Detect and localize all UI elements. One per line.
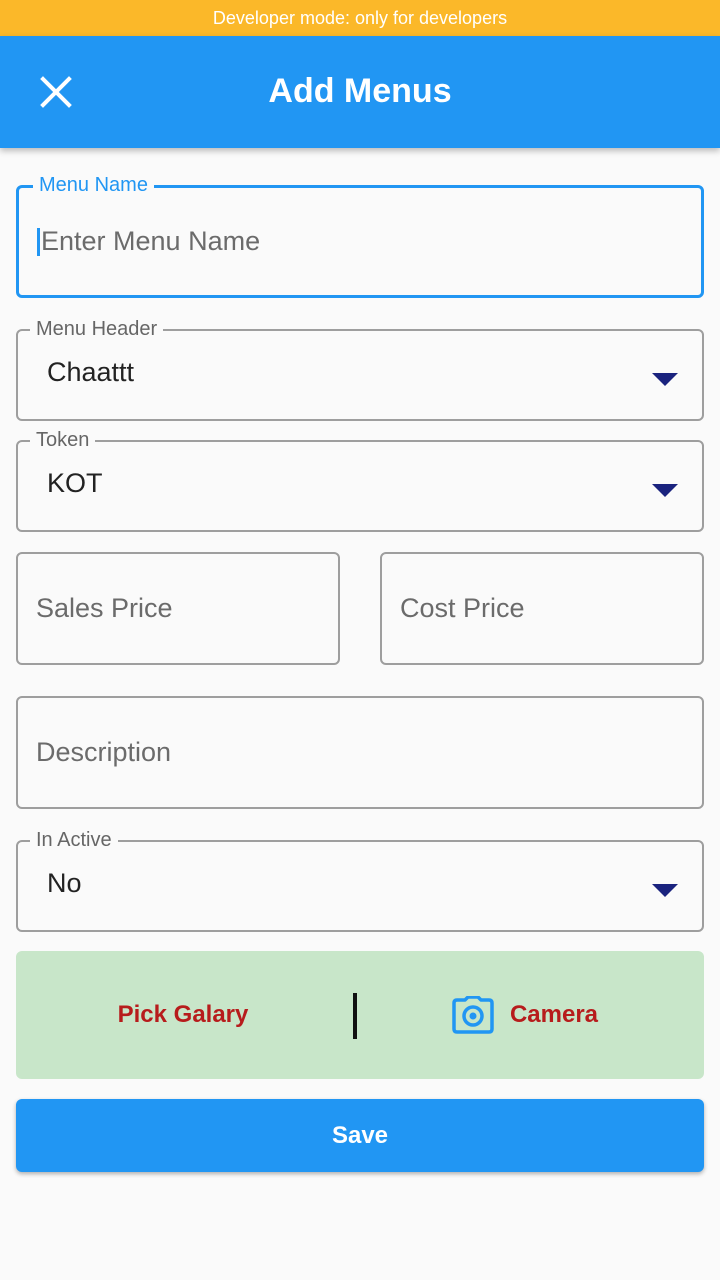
close-icon — [40, 76, 72, 108]
sales-price-field[interactable]: Sales Price — [16, 552, 340, 665]
dropdown-arrow-icon — [652, 884, 678, 897]
menu-name-placeholder: Enter Menu Name — [41, 226, 261, 256]
menu-header-label: Menu Header — [30, 317, 164, 341]
pick-gallery-button[interactable]: Pick Galary — [16, 951, 350, 1079]
description-placeholder: Description — [36, 737, 172, 767]
cost-price-placeholder: Cost Price — [400, 593, 525, 623]
cost-price-field[interactable]: Cost Price — [380, 552, 704, 665]
text-cursor — [37, 227, 40, 256]
camera-button[interactable]: Camera — [360, 951, 690, 1079]
token-dropdown[interactable]: Token KOT — [16, 428, 704, 532]
sales-price-placeholder: Sales Price — [36, 593, 173, 623]
close-button[interactable] — [28, 64, 84, 120]
image-picker: Pick Galary Camera — [16, 951, 704, 1079]
menu-header-dropdown[interactable]: Menu Header Chaattt — [16, 317, 704, 421]
in-active-value: No — [47, 868, 82, 898]
menu-name-input[interactable]: Enter Menu Name — [37, 188, 260, 295]
save-label: Save — [331, 1121, 389, 1149]
page-title: Add Menus — [268, 72, 452, 110]
in-active-dropdown[interactable]: In Active No — [16, 828, 704, 932]
menu-header-value: Chaattt — [47, 357, 135, 387]
menu-name-field[interactable]: Menu Name Enter Menu Name — [16, 173, 704, 298]
developer-mode-text: Developer mode: only for developers — [212, 8, 508, 28]
token-value: KOT — [47, 468, 103, 498]
picker-divider — [353, 993, 357, 1039]
dropdown-arrow-icon — [652, 484, 678, 497]
camera-label: Camera — [509, 1001, 599, 1028]
in-active-label: In Active — [30, 828, 118, 852]
developer-mode-banner: Developer mode: only for developers — [0, 0, 720, 36]
pick-gallery-label: Pick Galary — [117, 1001, 249, 1028]
token-label: Token — [30, 428, 96, 452]
app-bar: Add Menus — [0, 36, 720, 148]
dropdown-arrow-icon — [652, 373, 678, 386]
description-field[interactable]: Description — [16, 696, 704, 809]
camera-icon — [452, 996, 494, 1034]
save-button[interactable]: Save — [16, 1099, 704, 1172]
